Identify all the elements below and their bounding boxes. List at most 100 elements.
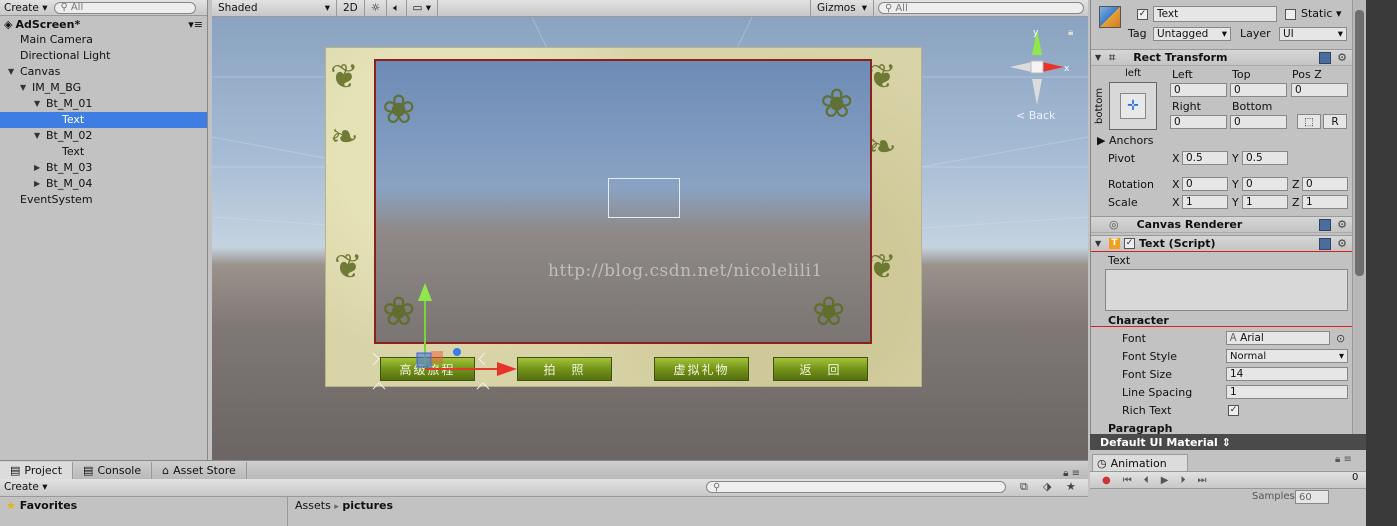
frame-field[interactable]: 0	[1352, 472, 1358, 483]
raw-edit-button[interactable]: R	[1323, 114, 1347, 129]
text-script-header[interactable]: ▼ T ✓ Text (Script) ⚙	[1091, 235, 1352, 252]
object-picker-icon[interactable]: ⊙	[1336, 332, 1345, 345]
first-frame-button[interactable]: ⏮	[1123, 475, 1132, 486]
audio-toggle-icon[interactable]: 🔈︎	[387, 0, 407, 17]
samples-field[interactable]: 60	[1295, 490, 1329, 504]
favorites-item[interactable]: ★ Favorites	[6, 499, 77, 512]
project-create-button[interactable]: Create ▾	[4, 481, 48, 493]
gizmos-dropdown[interactable]: Gizmos ▾	[810, 0, 874, 17]
project-search-input[interactable]: ⚲	[706, 481, 1006, 493]
hierarchy-item[interactable]: Text	[0, 144, 207, 160]
gear-icon[interactable]: ⚙	[1337, 51, 1347, 64]
filter-by-label-icon[interactable]: ⬗	[1043, 480, 1051, 493]
anchors-foldout[interactable]: ▶ Anchors	[1097, 134, 1153, 147]
top-field[interactable]: 0	[1230, 83, 1287, 97]
static-checkbox[interactable]	[1285, 9, 1296, 20]
expand-down-icon[interactable]: ▼	[34, 128, 44, 144]
name-field[interactable]: Text	[1153, 6, 1277, 22]
font-style-dropdown[interactable]: Normal ▾	[1226, 349, 1348, 363]
hierarchy-item[interactable]: ▶ Bt_M_04	[0, 176, 207, 192]
hierarchy-create-button[interactable]: Create ▾	[4, 2, 48, 14]
posz-field[interactable]: 0	[1291, 83, 1348, 97]
expand-down-icon[interactable]: ▼	[34, 96, 44, 112]
expand-right-icon[interactable]: ▶	[34, 176, 44, 192]
tab-asset-store[interactable]: ⌂ Asset Store	[152, 462, 247, 479]
scale-x-field[interactable]: 1	[1182, 195, 1228, 209]
scene-search-input[interactable]: ⚲ All	[878, 2, 1084, 14]
hierarchy-item[interactable]: Directional Light	[0, 48, 207, 64]
last-frame-button[interactable]: ⏭	[1197, 475, 1206, 486]
scene-button-4[interactable]: 返 回	[773, 357, 868, 381]
gear-icon[interactable]: ⚙	[1337, 237, 1347, 250]
expand-down-icon[interactable]: ▼	[20, 80, 30, 96]
effects-dropdown-icon[interactable]: ▭ ▾	[407, 0, 439, 17]
rotation-y-field[interactable]: 0	[1242, 177, 1288, 191]
font-field[interactable]: Ꭺ Arial	[1226, 331, 1330, 345]
rotation-x-field[interactable]: 0	[1182, 177, 1228, 191]
orientation-gizmo[interactable]: y x	[1002, 27, 1072, 117]
rotation-z-field[interactable]: 0	[1302, 177, 1348, 191]
breadcrumb-pictures[interactable]: pictures	[342, 499, 393, 512]
font-size-field[interactable]: 14	[1226, 367, 1348, 381]
layer-dropdown[interactable]: UI ▾	[1279, 27, 1347, 41]
tab-animation[interactable]: ◷ Animation	[1092, 454, 1188, 471]
record-button[interactable]: ●	[1102, 475, 1111, 486]
tag-dropdown[interactable]: Untagged ▾	[1153, 27, 1231, 41]
pivot-y-field[interactable]: 0.5	[1242, 151, 1288, 165]
hierarchy-item[interactable]: ▼ Canvas	[0, 64, 207, 80]
lock-icon[interactable]: 🔒︎ ≡	[1055, 468, 1088, 479]
hierarchy-item[interactable]: Text	[0, 112, 207, 128]
hierarchy-item[interactable]: ▼ IM_M_BG	[0, 80, 207, 96]
left-field[interactable]: 0	[1170, 83, 1227, 97]
right-field[interactable]: 0	[1170, 115, 1227, 129]
help-book-icon[interactable]	[1319, 237, 1331, 250]
lock-icon[interactable]: 🔒︎	[1068, 27, 1073, 38]
shading-dropdown[interactable]: Shaded ▾	[212, 0, 337, 17]
filter-by-type-icon[interactable]: ⧉	[1020, 480, 1028, 494]
scene-menu-icon[interactable]: ▾≡	[188, 18, 203, 31]
hierarchy-item[interactable]: Main Camera	[0, 32, 207, 48]
rect-transform-header[interactable]: ▼ ⌗ Rect Transform ⚙	[1091, 49, 1352, 66]
expand-down-icon[interactable]: ▼	[8, 64, 18, 80]
tab-console[interactable]: ▤ Console	[73, 462, 153, 479]
next-frame-button[interactable]: ⏵	[1180, 475, 1185, 486]
scrollbar-thumb[interactable]	[1355, 10, 1364, 276]
hierarchy-search-input[interactable]: ⚲ All	[53, 1, 196, 14]
breadcrumb-assets[interactable]: Assets	[295, 499, 331, 512]
canvas-renderer-header[interactable]: ◎ Canvas Renderer ⚙	[1091, 216, 1352, 233]
play-button[interactable]: ▶	[1161, 475, 1169, 486]
line-spacing-field[interactable]: 1	[1226, 385, 1348, 399]
active-checkbox[interactable]: ✓	[1137, 9, 1148, 20]
anchor-presets-button[interactable]: ✛	[1109, 82, 1157, 130]
tab-project[interactable]: ▤ Project	[0, 462, 74, 479]
inspector-scrollbar[interactable]	[1352, 0, 1366, 434]
move-tool-gizmo[interactable]	[367, 279, 517, 399]
material-header[interactable]: Default UI Material ⇕	[1090, 434, 1366, 450]
hierarchy-item[interactable]: ▼ Bt_M_02	[0, 128, 207, 144]
scale-z-field[interactable]: 1	[1302, 195, 1348, 209]
static-label[interactable]: Static ▾	[1301, 7, 1341, 20]
scene-header[interactable]: ◈ AdScreen* ▾≡	[0, 16, 207, 32]
favorite-star-icon[interactable]: ★	[1066, 480, 1076, 493]
rich-text-label: Rich Text	[1122, 404, 1172, 417]
scale-y-field[interactable]: 1	[1242, 195, 1288, 209]
2d-toggle-button[interactable]: 2D	[337, 0, 365, 17]
expand-right-icon[interactable]: ▶	[34, 160, 44, 176]
scene-button-3[interactable]: 虚拟礼物	[654, 357, 749, 381]
scene-view[interactable]: ❦ ❧ ❦ ❦ ❧ ❦ ❀ ❀ ❀ ❀ 高级旅程 拍 照 虚拟礼物 返 回 ht…	[212, 17, 1088, 460]
bottom-field[interactable]: 0	[1230, 115, 1287, 129]
text-enabled-checkbox[interactable]: ✓	[1124, 238, 1135, 249]
hierarchy-item[interactable]: EventSystem	[0, 192, 207, 208]
rich-text-checkbox[interactable]: ✓	[1228, 405, 1239, 416]
blueprint-mode-button[interactable]: ⬚	[1297, 114, 1321, 129]
help-book-icon[interactable]	[1319, 218, 1331, 231]
lock-icon[interactable]: 🔒︎ ≡	[1335, 454, 1352, 465]
help-book-icon[interactable]	[1319, 51, 1331, 64]
hierarchy-item[interactable]: ▼ Bt_M_01	[0, 96, 207, 112]
scene-button-2[interactable]: 拍 照	[517, 357, 612, 381]
gear-icon[interactable]: ⚙	[1337, 218, 1347, 231]
prev-frame-button[interactable]: ⏴	[1144, 475, 1149, 486]
pivot-x-field[interactable]: 0.5	[1182, 151, 1228, 165]
lighting-toggle-icon[interactable]: ☼	[365, 0, 388, 17]
hierarchy-item[interactable]: ▶ Bt_M_03	[0, 160, 207, 176]
